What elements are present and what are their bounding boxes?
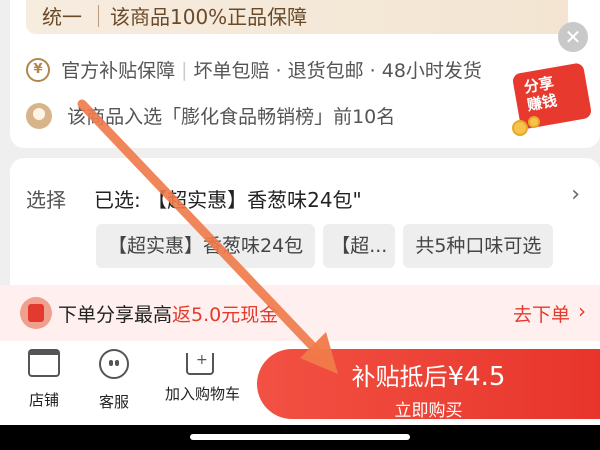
cart-label: 加入购物车 <box>165 385 241 403</box>
promo-cta[interactable]: 去下单 <box>513 300 570 327</box>
buy-sub-text: 立即购买 <box>394 401 463 421</box>
add-to-cart-button[interactable]: + 加入购物车 <box>165 349 241 404</box>
variant-chip[interactable]: 【超... <box>323 224 396 268</box>
services-official: 官方补贴保障 <box>61 60 176 82</box>
guarantee-divider <box>98 5 99 27</box>
variant-chips: 【超实惠】香葱味24包 【超... 共5种口味可选 <box>96 224 561 268</box>
gold-coin-icon-small <box>528 116 540 128</box>
variant-count-chip[interactable]: 共5种口味可选 <box>403 224 554 268</box>
share-line2: 赚钱 <box>525 91 559 115</box>
services-row[interactable]: ¥ 官方补贴保障 | 坏单包赔 · 退货包邮 · 48小时发货 <box>26 56 556 86</box>
store-icon <box>28 349 60 377</box>
store-label: 店铺 <box>28 391 59 409</box>
service-label: 客服 <box>98 393 129 411</box>
buy-price: ¥4.5 <box>447 362 506 392</box>
promo-text: 下单分享最高返5.0元现金 <box>58 300 278 327</box>
medal-icon <box>26 102 52 129</box>
guarantee-bar: 统一 该商品100%正品保障 <box>26 0 568 34</box>
buy-now-button[interactable]: 补贴抵后¥4.5 立即购买 <box>257 349 600 421</box>
face-icon <box>99 349 129 379</box>
red-envelope-icon: 分享 赚钱 <box>511 62 593 130</box>
system-home-bar <box>0 425 600 450</box>
ranking-row[interactable]: 该商品入选「膨化食品畅销榜」前10名 <box>26 102 395 132</box>
guarantee-left: 统一 <box>42 5 82 29</box>
buy-main-label: 补贴抵后 <box>351 363 448 391</box>
close-button[interactable]: ✕ <box>558 22 588 52</box>
customer-service-button[interactable]: 客服 <box>79 349 149 412</box>
share-earn-sticker[interactable]: 分享 赚钱 <box>508 62 593 136</box>
selection-card[interactable]: 选择 已选: 【超实惠】香葱味24包" › 【超实惠】香葱味24包 【超... 共5… <box>10 158 600 288</box>
variant-chip[interactable]: 【超实惠】香葱味24包 <box>96 224 316 268</box>
chevron-right-icon: › <box>578 299 586 323</box>
promo-strip[interactable]: 下单分享最高返5.0元现金 去下单 › <box>0 285 600 341</box>
close-icon: ✕ <box>564 25 582 49</box>
buy-main-text: 补贴抵后¥4.5 <box>257 357 600 392</box>
promo-prefix: 下单分享最高 <box>58 304 173 326</box>
yuan-coin-icon: ¥ <box>26 57 50 82</box>
promo-highlight: 返5.0元现金 <box>172 304 279 326</box>
home-indicator[interactable] <box>190 434 410 440</box>
gold-coin-icon <box>512 120 528 136</box>
ranking-text: 该商品入选「膨化食品畅销榜」前10名 <box>67 106 396 128</box>
store-button[interactable]: 店铺 <box>9 349 79 410</box>
selection-value: 已选: 【超实惠】香葱味24包" <box>94 188 362 212</box>
services-divider: | <box>181 58 188 81</box>
red-envelope-icon <box>20 297 52 329</box>
services-list: 坏单包赔 · 退货包邮 · 48小时发货 <box>193 60 482 82</box>
bottom-action-bar: 店铺 客服 + 加入购物车 补贴抵后¥4.5 立即购买 <box>0 341 600 425</box>
guarantee-right: 该商品100%正品保障 <box>110 5 308 29</box>
chevron-right-icon: › <box>571 182 580 207</box>
selection-label: 选择 <box>26 188 66 212</box>
cart-icon: + <box>186 353 214 375</box>
